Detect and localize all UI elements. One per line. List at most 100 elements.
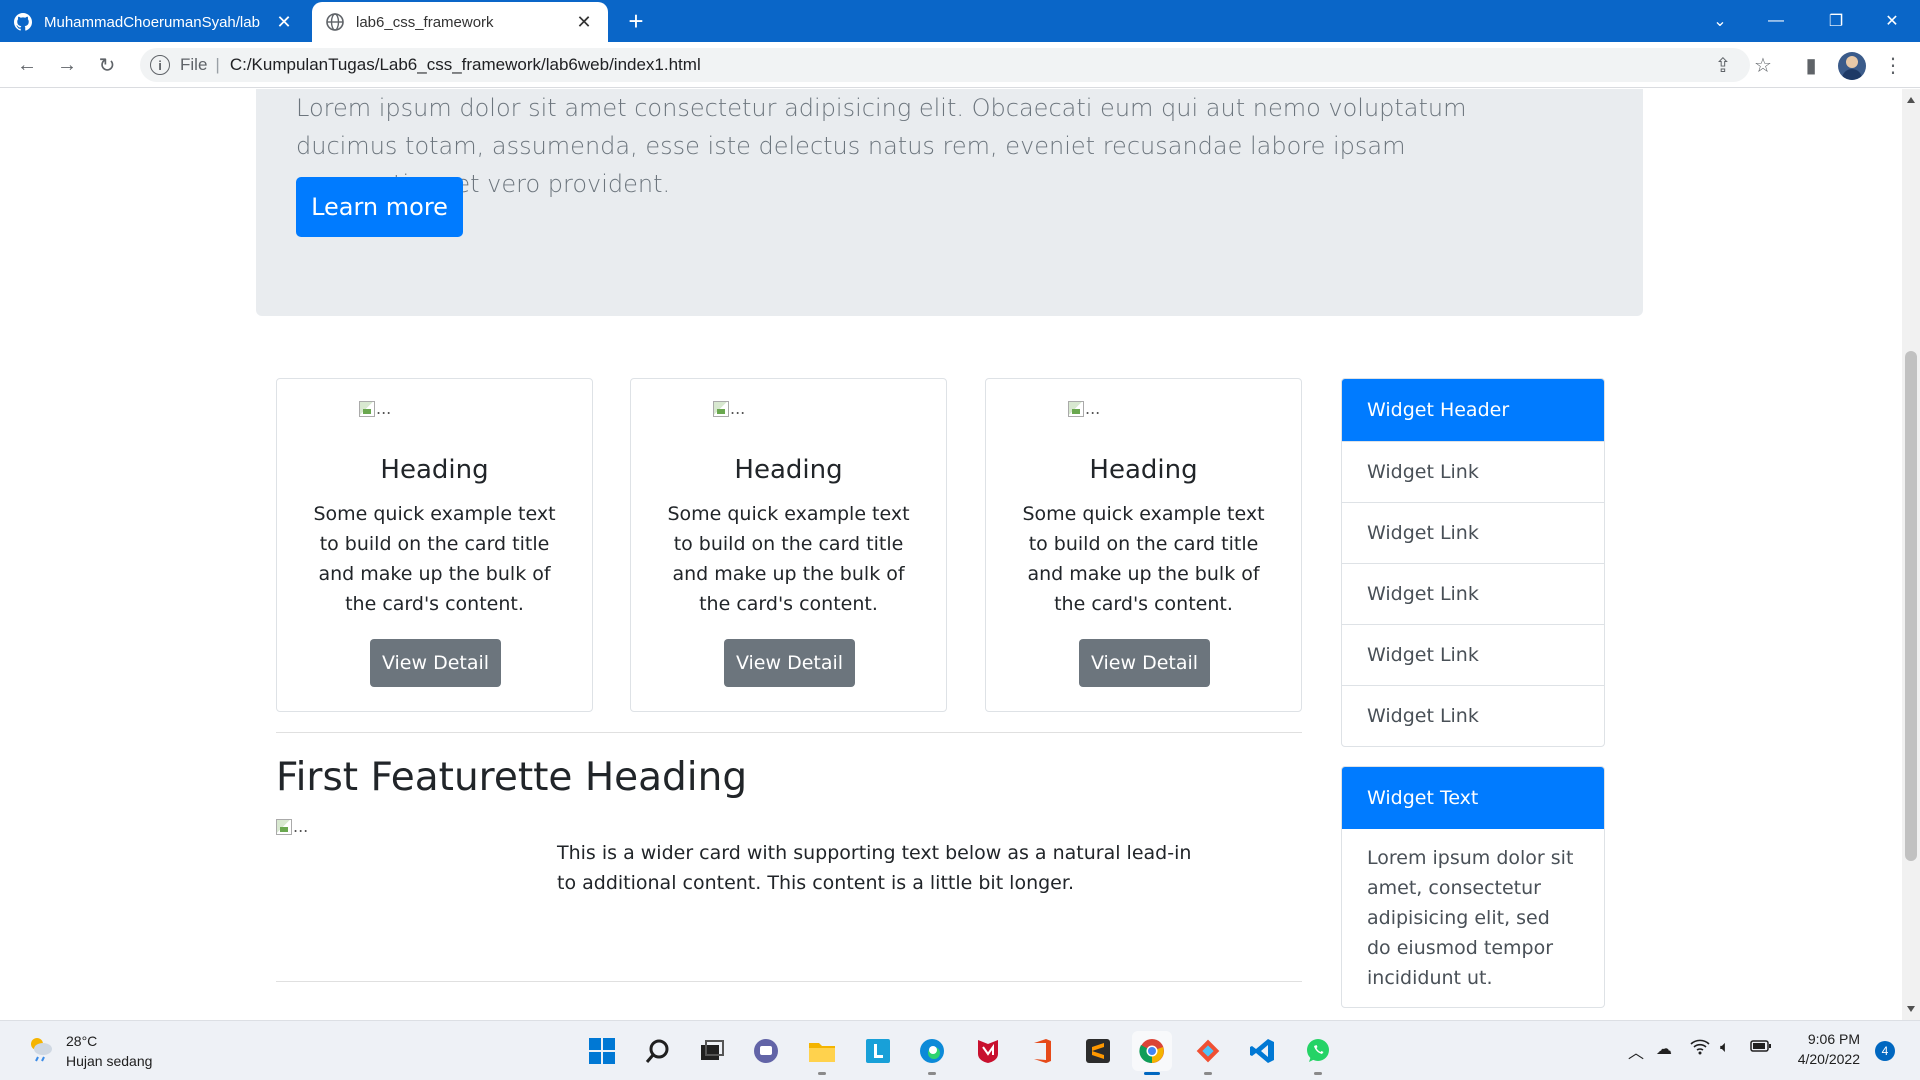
running-indicator <box>1204 1072 1212 1075</box>
github-icon <box>14 13 32 31</box>
search-icon[interactable] <box>638 1031 678 1071</box>
card-image: ... <box>1068 399 1100 418</box>
tab-github[interactable]: MuhammadChoerumanSyah/lab ✕ <box>0 2 308 42</box>
mcafee-icon[interactable] <box>968 1031 1008 1071</box>
edge-icon[interactable] <box>912 1031 952 1075</box>
card-title: Heading <box>380 455 489 485</box>
featurette-heading: First Featurette Heading <box>276 755 748 800</box>
card-text: Some quick example text to build on the … <box>667 503 910 615</box>
tab-title: lab6_css_framework <box>356 13 494 31</box>
widget-text-body: Lorem ipsum dolor sit amet, consectetur … <box>1367 847 1574 989</box>
running-indicator <box>1144 1072 1160 1075</box>
close-icon[interactable]: ✕ <box>574 12 594 32</box>
page-viewport: Lorem ipsum dolor sit amet consectetur a… <box>0 89 1902 1020</box>
widget-text: Widget Text Lorem ipsum dolor sit amet, … <box>1341 766 1605 1008</box>
address-url[interactable]: C:/KumpulanTugas/Lab6_css_framework/lab6… <box>230 55 701 75</box>
view-detail-button[interactable]: View Detail <box>1079 639 1210 687</box>
running-indicator <box>818 1072 826 1075</box>
close-icon[interactable]: ✕ <box>274 12 294 32</box>
card-title: Heading <box>1089 455 1198 485</box>
notification-badge[interactable]: 4 <box>1875 1041 1895 1061</box>
wifi-icon[interactable] <box>1690 1039 1710 1060</box>
share-icon[interactable]: ⇪ <box>1708 50 1738 80</box>
card-text: Some quick example text to build on the … <box>1022 503 1265 615</box>
view-detail-button[interactable]: View Detail <box>370 639 501 687</box>
card-title: Heading <box>734 455 843 485</box>
clock-time[interactable]: 9:06 PM <box>1798 1031 1860 1047</box>
file-explorer-icon[interactable] <box>802 1031 842 1075</box>
browser-tab-strip: MuhammadChoerumanSyah/lab ✕ lab6_css_fra… <box>0 0 1920 42</box>
tab-title: MuhammadChoerumanSyah/lab <box>44 13 260 31</box>
running-indicator <box>928 1072 936 1075</box>
widget-text-header: Widget Text <box>1342 767 1604 829</box>
widget-link[interactable]: Widget Link <box>1342 624 1604 685</box>
vertical-scrollbar[interactable] <box>1902 89 1920 1020</box>
clock-date[interactable]: 4/20/2022 <box>1788 1051 1860 1067</box>
browser-toolbar: ← → ↻ i File | C:/KumpulanTugas/Lab6_css… <box>0 42 1920 88</box>
new-tab-button[interactable]: + <box>622 8 650 36</box>
running-indicator <box>1314 1072 1322 1075</box>
widget-link[interactable]: Widget Link <box>1342 441 1604 502</box>
broken-image-icon <box>713 400 729 417</box>
card-image: ... <box>713 399 745 418</box>
volume-icon[interactable]: 🔈︎ <box>1720 1039 1730 1057</box>
scrollbar-thumb[interactable] <box>1905 351 1917 861</box>
tab-lab6[interactable]: lab6_css_framework ✕ <box>312 2 608 42</box>
widget-header: Widget Header <box>1342 379 1604 441</box>
bookmark-star-icon[interactable]: ☆ <box>1748 50 1778 80</box>
widget-links: Widget Header Widget Link Widget Link Wi… <box>1341 378 1605 747</box>
broken-image-icon <box>359 400 375 417</box>
taskbar: 28°C Hujan sedang ︿ ☁ 🔈︎ 9:06 PM 4/20/20… <box>0 1020 1920 1080</box>
back-arrow-icon[interactable]: ← <box>12 50 42 80</box>
widget-link[interactable]: Widget Link <box>1342 685 1604 746</box>
featurette-text: This is a wider card with supporting tex… <box>557 842 1192 894</box>
task-view-icon[interactable] <box>692 1031 732 1071</box>
sublime-text-icon[interactable] <box>1078 1031 1118 1071</box>
globe-icon <box>326 13 344 31</box>
reload-icon[interactable]: ↻ <box>92 50 122 80</box>
start-icon[interactable] <box>582 1031 622 1071</box>
card: ... Heading Some quick example text to b… <box>985 378 1302 712</box>
tab-search-icon[interactable]: ⌄ <box>1690 0 1750 42</box>
teams-chat-icon[interactable] <box>746 1031 786 1071</box>
weather-rain-icon[interactable] <box>26 1033 56 1063</box>
broken-image-icon <box>276 818 292 835</box>
widget-link[interactable]: Widget Link <box>1342 502 1604 563</box>
jumbotron-lead: Lorem ipsum dolor sit amet consectetur a… <box>296 94 1467 198</box>
card: ... Heading Some quick example text to b… <box>630 378 947 712</box>
address-bar[interactable]: i File | C:/KumpulanTugas/Lab6_css_frame… <box>140 48 1750 82</box>
restore-icon[interactable]: ❐ <box>1806 0 1866 42</box>
card-text: Some quick example text to build on the … <box>313 503 556 615</box>
address-separator: | <box>215 55 220 74</box>
weather-description: Hujan sedang <box>66 1053 153 1069</box>
learn-more-button[interactable]: Learn more <box>296 177 463 237</box>
battery-icon[interactable] <box>1750 1039 1772 1058</box>
card: ... Heading Some quick example text to b… <box>276 378 593 712</box>
chrome-icon[interactable] <box>1132 1031 1172 1075</box>
whatsapp-icon[interactable] <box>1298 1031 1338 1075</box>
divider <box>276 732 1302 733</box>
view-detail-button[interactable]: View Detail <box>724 639 855 687</box>
info-icon[interactable]: i <box>150 55 170 75</box>
scroll-up-icon[interactable] <box>1907 97 1915 103</box>
widget-link[interactable]: Widget Link <box>1342 563 1604 624</box>
git-icon[interactable] <box>1188 1031 1228 1075</box>
side-panel-icon[interactable]: ▮ <box>1796 50 1826 80</box>
divider <box>276 981 1302 982</box>
onedrive-cloud-icon[interactable]: ☁ <box>1656 1039 1672 1059</box>
chevron-up-icon[interactable]: ︿ <box>1628 1039 1644 1063</box>
menu-kebab-icon[interactable]: ⋮ <box>1878 50 1908 80</box>
vscode-icon[interactable] <box>1242 1031 1282 1071</box>
profile-avatar[interactable] <box>1838 52 1866 80</box>
card-image: ... <box>359 399 391 418</box>
broken-image-icon <box>1068 400 1084 417</box>
minimize-icon[interactable]: ― <box>1746 0 1806 42</box>
forward-arrow-icon[interactable]: → <box>52 50 82 80</box>
office-icon[interactable] <box>1022 1031 1062 1071</box>
close-window-icon[interactable]: ✕ <box>1862 0 1920 42</box>
libreoffice-icon[interactable] <box>858 1031 898 1071</box>
scroll-down-icon[interactable] <box>1907 1006 1915 1012</box>
address-scheme: File <box>180 55 208 74</box>
weather-temperature: 28°C <box>66 1033 98 1049</box>
featurette-image: ... <box>276 817 308 836</box>
